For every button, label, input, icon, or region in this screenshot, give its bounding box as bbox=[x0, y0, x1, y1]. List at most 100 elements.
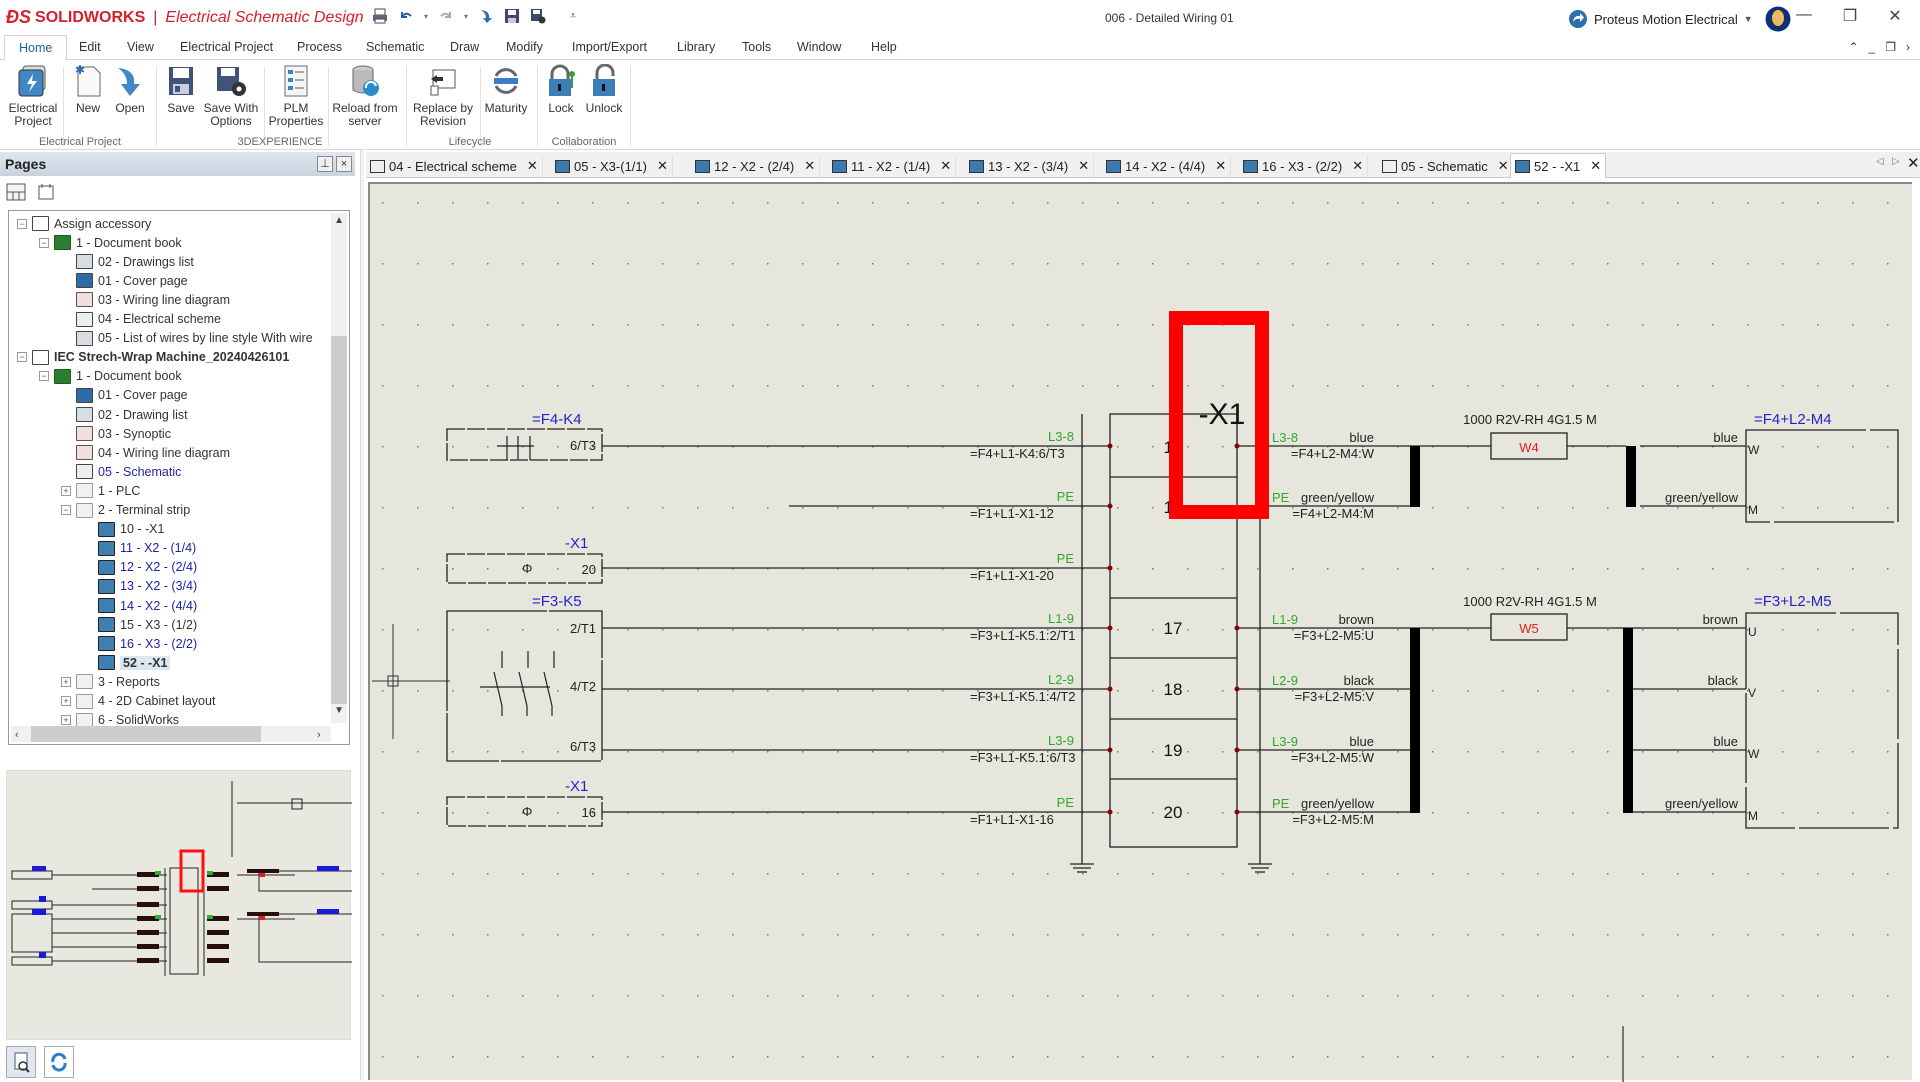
doc-tab[interactable]: 04 - Electrical scheme ✕ bbox=[366, 155, 543, 177]
tree-item[interactable]: 01 - Cover page bbox=[76, 271, 188, 290]
tree-item[interactable]: − 1 - Document book bbox=[39, 367, 182, 386]
tree-item[interactable]: 15 - X3 - (1/2) bbox=[98, 615, 197, 634]
expand-icon[interactable]: + bbox=[61, 715, 71, 726]
close-tab-icon[interactable]: ✕ bbox=[1215, 158, 1226, 174]
close-button[interactable]: ✕ bbox=[1880, 6, 1910, 28]
doc-tab[interactable]: 52 - -X1 ✕ bbox=[1510, 153, 1607, 178]
close-all-tabs-icon[interactable]: ✕ bbox=[1907, 154, 1920, 172]
customize-qat-icon[interactable]: ⩡ bbox=[570, 10, 576, 23]
electrical-project-button[interactable]: Electrical Project bbox=[8, 64, 58, 128]
account-menu[interactable]: Proteus Motion Electrical ▼ bbox=[1568, 6, 1791, 32]
pin-panel-button[interactable]: ⊥ bbox=[317, 156, 333, 172]
tree-item[interactable]: − 1 - Document book bbox=[39, 233, 182, 252]
scroll-right-icon[interactable]: › bbox=[317, 729, 321, 741]
undo-icon[interactable] bbox=[398, 8, 414, 24]
collapse-icon[interactable]: − bbox=[39, 371, 49, 382]
menu-library[interactable]: Library bbox=[677, 40, 715, 54]
print-icon[interactable] bbox=[372, 8, 388, 24]
collapse-icon[interactable]: − bbox=[17, 352, 27, 363]
tree-item[interactable]: − 2 - Terminal strip bbox=[61, 501, 190, 520]
menu-electrical-project[interactable]: Electrical Project bbox=[180, 40, 273, 54]
close-tab-icon[interactable]: ✕ bbox=[1352, 158, 1363, 174]
redo-dropdown-icon[interactable]: ▾ bbox=[464, 12, 468, 21]
tree-item[interactable]: 04 - Electrical scheme bbox=[76, 310, 221, 329]
save-with-options-button[interactable]: Save With Options bbox=[203, 64, 259, 128]
maturity-button[interactable]: Maturity bbox=[482, 64, 530, 115]
tree-item[interactable]: 04 - Wiring line diagram bbox=[76, 443, 230, 462]
tree-item[interactable]: 05 - Schematic bbox=[76, 462, 181, 481]
menu-tools[interactable]: Tools bbox=[742, 40, 771, 54]
close-tab-icon[interactable]: ✕ bbox=[1078, 158, 1089, 174]
schematic-canvas[interactable]: Φ Φ =F4-K4 -X1 =F3-K5 -X1 6/T3 20 2/T1 4… bbox=[368, 182, 1912, 1082]
save-options-icon[interactable] bbox=[530, 8, 546, 24]
menu-home[interactable]: Home bbox=[4, 35, 68, 61]
expand-icon[interactable]: + bbox=[61, 676, 71, 687]
tabs-scroll-left-icon[interactable]: ◁ bbox=[1876, 156, 1884, 167]
user-avatar[interactable] bbox=[1765, 6, 1791, 32]
doc-tab[interactable]: 05 - Schematic ✕ bbox=[1378, 155, 1514, 177]
menu-import-export[interactable]: Import/Export bbox=[572, 40, 647, 54]
motor-m5-box[interactable] bbox=[1745, 612, 1899, 829]
tree-item[interactable]: 02 - Drawings list bbox=[76, 252, 194, 271]
doc-tab[interactable]: 05 - X3-(1/1) ✕ bbox=[551, 155, 673, 177]
replace-by-revision-button[interactable]: Replace by Revision bbox=[410, 64, 476, 128]
tree-item[interactable]: 12 - X2 - (2/4) bbox=[98, 558, 197, 577]
expand-icon[interactable]: + bbox=[61, 696, 71, 706]
tree-item[interactable]: +3 - Reports bbox=[61, 672, 160, 691]
doc-next-icon[interactable]: › bbox=[1906, 40, 1910, 54]
tabs-scroll-right-icon[interactable]: ▷ bbox=[1892, 156, 1900, 167]
menu-window[interactable]: Window bbox=[797, 40, 841, 54]
menu-modify[interactable]: Modify bbox=[506, 40, 543, 54]
collapse-ribbon-icon[interactable]: ⌃ bbox=[1848, 40, 1858, 54]
scroll-down-icon[interactable]: ▼ bbox=[334, 705, 344, 716]
minimize-button[interactable]: — bbox=[1789, 6, 1819, 28]
doc-tab[interactable]: 11 - X2 - (1/4) ✕ bbox=[828, 155, 957, 177]
tree-item[interactable]: 13 - X2 - (3/4) bbox=[98, 577, 197, 596]
tree-horizontal-scroll-thumb[interactable] bbox=[31, 726, 261, 742]
tree-item[interactable]: 02 - Drawing list bbox=[76, 405, 188, 424]
menu-help[interactable]: Help bbox=[871, 40, 897, 54]
tree-item[interactable]: 10 - -X1 bbox=[98, 520, 164, 539]
plm-properties-button[interactable]: PLM Properties bbox=[268, 64, 324, 128]
close-panel-button[interactable]: × bbox=[336, 156, 352, 172]
collapse-icon[interactable]: − bbox=[17, 218, 27, 229]
tree-item[interactable]: 52 - -X1 bbox=[98, 653, 171, 672]
tree-item[interactable]: − Assign accessory bbox=[17, 214, 151, 233]
panel-splitter[interactable] bbox=[360, 150, 364, 1080]
doc-restore-icon[interactable]: ❐ bbox=[1885, 40, 1896, 54]
books-view-icon[interactable] bbox=[36, 183, 56, 201]
tree-item[interactable]: +1 - PLC bbox=[61, 481, 140, 500]
open-button[interactable]: Open bbox=[112, 64, 148, 115]
restore-button[interactable]: ❐ bbox=[1835, 6, 1865, 28]
unlock-button[interactable]: Unlock bbox=[584, 64, 624, 115]
lock-button[interactable]: Lock bbox=[544, 64, 578, 115]
page-preview-minimap[interactable] bbox=[6, 770, 355, 1040]
tree-item[interactable]: 16 - X3 - (2/2) bbox=[98, 634, 197, 653]
tree-item[interactable]: 11 - X2 - (1/4) bbox=[98, 539, 196, 558]
close-tab-icon[interactable]: ✕ bbox=[657, 158, 668, 174]
tree-item[interactable]: 05 - List of wires by line style With wi… bbox=[76, 329, 313, 348]
tree-item[interactable]: 03 - Synoptic bbox=[76, 424, 171, 443]
menu-schematic[interactable]: Schematic bbox=[366, 40, 424, 54]
save-button[interactable]: Save bbox=[165, 64, 197, 115]
doc-minimize-icon[interactable]: _ bbox=[1869, 40, 1876, 54]
open-arrow-icon[interactable] bbox=[478, 8, 494, 24]
scroll-up-icon[interactable]: ▲ bbox=[334, 215, 344, 226]
tree-item[interactable]: − IEC Strech-Wrap Machine_20240426101 bbox=[17, 348, 289, 367]
tree-item[interactable]: 14 - X2 - (4/4) bbox=[98, 596, 197, 615]
menu-draw[interactable]: Draw bbox=[450, 40, 479, 54]
close-tab-icon[interactable]: ✕ bbox=[527, 158, 538, 174]
menu-edit[interactable]: Edit bbox=[79, 40, 101, 54]
close-tab-icon[interactable]: ✕ bbox=[940, 158, 951, 174]
close-tab-icon[interactable]: ✕ bbox=[804, 158, 815, 174]
reload-from-server-button[interactable]: Reload from server bbox=[331, 64, 399, 128]
doc-tab[interactable]: 13 - X2 - (3/4) ✕ bbox=[965, 155, 1095, 177]
tree-vertical-scroll-thumb[interactable] bbox=[331, 336, 347, 704]
motor-m4-box[interactable] bbox=[1745, 429, 1899, 523]
menu-view[interactable]: View bbox=[127, 40, 154, 54]
tree-item[interactable]: +4 - 2D Cabinet layout bbox=[61, 692, 215, 711]
scroll-left-icon[interactable]: ‹ bbox=[15, 729, 19, 741]
account-dropdown-icon[interactable]: ▼ bbox=[1744, 14, 1753, 24]
close-tab-icon[interactable]: ✕ bbox=[1590, 158, 1601, 174]
new-button[interactable]: ✱ New bbox=[70, 64, 106, 115]
